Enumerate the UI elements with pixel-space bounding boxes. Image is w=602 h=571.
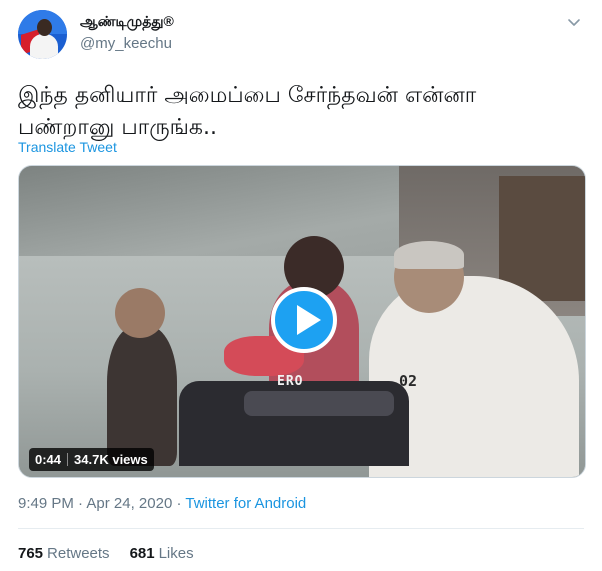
video-figure-child: [107, 326, 177, 466]
tweet-time[interactable]: 9:49 PM: [18, 495, 74, 512]
likes-count: 681: [129, 545, 155, 562]
translate-tweet-link[interactable]: Translate Tweet: [18, 139, 117, 155]
retweets-count: 765: [18, 545, 44, 562]
video-duration: 0:44: [35, 452, 62, 467]
divider: [18, 528, 584, 529]
play-icon: [297, 305, 321, 335]
tweet-card: ஆண்டிமுத்து® @my_keechu இந்த தனியார் அமை…: [0, 0, 602, 571]
video-figure-man-cap: [394, 241, 464, 269]
video-views: 34.7K views: [74, 452, 148, 467]
video-watermark-number: 02: [399, 372, 418, 390]
display-name[interactable]: ஆண்டிமுத்து®: [80, 13, 174, 32]
video-figure-child-head: [115, 288, 165, 338]
play-button[interactable]: [271, 287, 337, 353]
badge-divider: [67, 453, 69, 466]
tweet-stats: 765 Retweets 681 Likes: [18, 545, 214, 562]
video-watermark: ERO: [277, 374, 304, 389]
retweets-stat[interactable]: 765 Retweets: [18, 545, 110, 562]
likes-stat[interactable]: 681 Likes: [130, 545, 194, 562]
user-handle[interactable]: @my_keechu: [80, 35, 172, 52]
tweet-text: இந்த தனியார் அமைப்பை சேர்ந்தவன் என்னா பண…: [18, 83, 477, 140]
likes-label: Likes: [158, 545, 194, 562]
avatar-head: [37, 19, 52, 36]
avatar-body: [30, 34, 58, 59]
avatar[interactable]: [18, 10, 67, 59]
video-player[interactable]: ERO 02 0:44 34.7K views: [18, 165, 586, 478]
chevron-down-icon[interactable]: [566, 14, 582, 30]
tweet-source-link[interactable]: Twitter for Android: [185, 495, 306, 512]
video-info-badge: 0:44 34.7K views: [29, 448, 154, 471]
retweets-label: Retweets: [47, 545, 110, 562]
video-motorbike-seat: [244, 391, 394, 416]
tweet-meta: 9:49 PM · Apr 24, 2020 · Twitter for And…: [18, 495, 306, 512]
tweet-date[interactable]: Apr 24, 2020: [86, 495, 172, 512]
